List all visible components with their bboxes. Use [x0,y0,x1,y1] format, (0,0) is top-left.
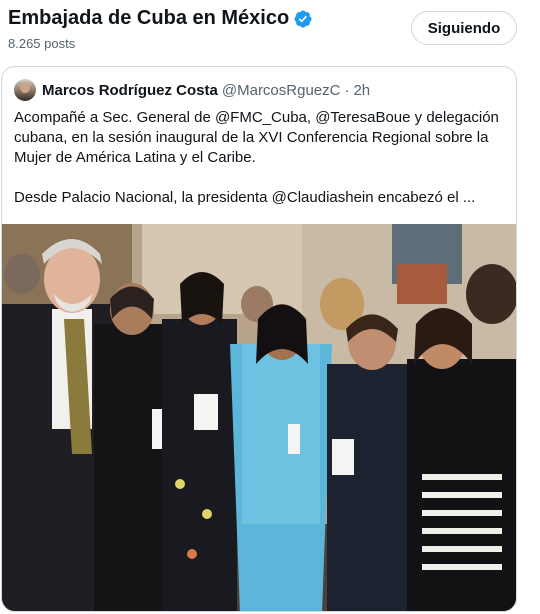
separator-dot: · [344,81,350,99]
author-name[interactable]: Marcos Rodríguez Costa [42,82,218,99]
profile-header: Embajada de Cuba en México 8.265 posts S… [0,0,540,58]
posts-count: 8.265 posts [8,36,76,51]
tweet-paragraph-2: Desde Palacio Nacional, la presidenta @C… [14,189,476,206]
tweet-photo[interactable] [2,224,516,611]
group-photo-image [2,224,516,611]
quoted-author-row: Marcos Rodríguez Costa @MarcosRguezC · 2… [14,79,370,101]
page-title: Embajada de Cuba en México [8,7,290,29]
quoted-tweet-card[interactable]: Marcos Rodríguez Costa @MarcosRguezC · 2… [1,66,517,612]
avatar[interactable] [14,79,36,101]
title-row: Embajada de Cuba en México [8,7,313,30]
verified-badge-icon [294,9,312,28]
following-button[interactable]: Siguiendo [411,11,517,45]
tweet-paragraph-1: Acompañé a Sec. General de @FMC_Cuba, @T… [14,109,499,166]
timestamp[interactable]: 2h [353,82,370,99]
tweet-text: Acompañé a Sec. General de @FMC_Cuba, @T… [14,108,506,208]
author-handle[interactable]: @MarcosRguezC [222,82,341,99]
